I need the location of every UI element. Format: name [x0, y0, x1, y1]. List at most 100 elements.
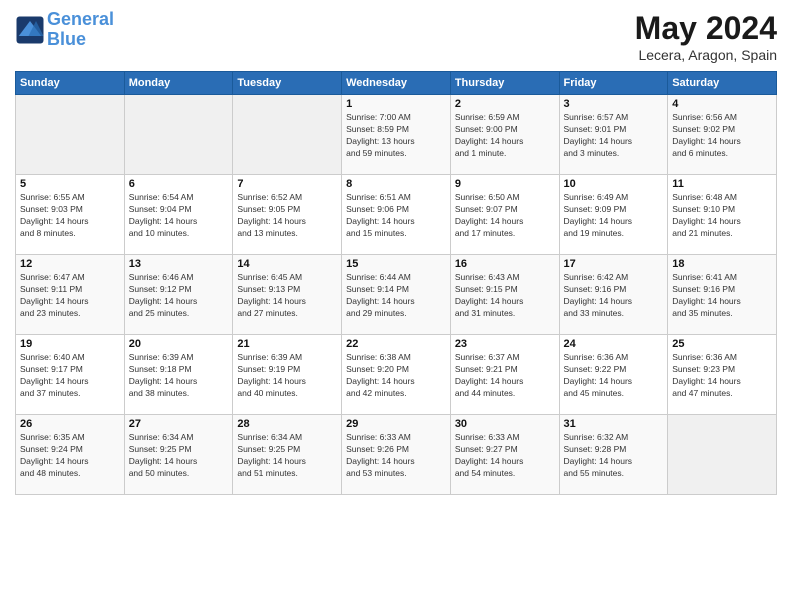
cell-2-1: 5 Sunrise: 6:55 AM Sunset: 9:03 PM Daylig… — [16, 175, 125, 255]
day-number: 7 — [237, 178, 337, 190]
logo-icon — [15, 15, 45, 45]
day-info: Sunrise: 6:37 AM Sunset: 9:21 PM Dayligh… — [455, 352, 555, 400]
day-number: 22 — [346, 338, 446, 350]
day-info: Sunrise: 6:50 AM Sunset: 9:07 PM Dayligh… — [455, 192, 555, 240]
day-info: Sunrise: 6:36 AM Sunset: 9:23 PM Dayligh… — [672, 352, 772, 400]
day-info: Sunrise: 6:44 AM Sunset: 9:14 PM Dayligh… — [346, 272, 446, 320]
day-info: Sunrise: 6:42 AM Sunset: 9:16 PM Dayligh… — [564, 272, 664, 320]
cell-5-5: 30 Sunrise: 6:33 AM Sunset: 9:27 PM Dayli… — [450, 415, 559, 495]
day-number: 15 — [346, 258, 446, 270]
title-block: May 2024 Lecera, Aragon, Spain — [635, 10, 777, 63]
day-number: 27 — [129, 418, 229, 430]
cell-1-5: 2Sunrise: 6:59 AM Sunset: 9:00 PM Daylig… — [450, 95, 559, 175]
cell-3-5: 16 Sunrise: 6:43 AM Sunset: 9:15 PM Dayli… — [450, 255, 559, 335]
cell-3-1: 12 Sunrise: 6:47 AM Sunset: 9:11 PM Dayli… — [16, 255, 125, 335]
day-info: Sunrise: 6:46 AM Sunset: 9:12 PM Dayligh… — [129, 272, 229, 320]
logo-general: General — [47, 9, 114, 29]
week-row-3: 12 Sunrise: 6:47 AM Sunset: 9:11 PM Dayli… — [16, 255, 777, 335]
cell-3-6: 17 Sunrise: 6:42 AM Sunset: 9:16 PM Dayli… — [559, 255, 668, 335]
day-number: 29 — [346, 418, 446, 430]
day-number: 3 — [564, 98, 664, 110]
day-number: 26 — [20, 418, 120, 430]
day-info: Sunrise: 6:52 AM Sunset: 9:05 PM Dayligh… — [237, 192, 337, 240]
cell-5-3: 28Sunrise: 6:34 AM Sunset: 9:25 PM Dayli… — [233, 415, 342, 495]
logo-text: General Blue — [47, 10, 114, 50]
cell-3-2: 13 Sunrise: 6:46 AM Sunset: 9:12 PM Dayli… — [124, 255, 233, 335]
cell-3-4: 15 Sunrise: 6:44 AM Sunset: 9:14 PM Dayli… — [342, 255, 451, 335]
cell-4-7: 25 Sunrise: 6:36 AM Sunset: 9:23 PM Dayli… — [668, 335, 777, 415]
day-info: Sunrise: 6:47 AM Sunset: 9:11 PM Dayligh… — [20, 272, 120, 320]
day-number: 23 — [455, 338, 555, 350]
week-row-5: 26Sunrise: 6:35 AM Sunset: 9:24 PM Dayli… — [16, 415, 777, 495]
day-number: 10 — [564, 178, 664, 190]
col-saturday: Saturday — [668, 72, 777, 95]
day-number: 8 — [346, 178, 446, 190]
day-info: Sunrise: 6:48 AM Sunset: 9:10 PM Dayligh… — [672, 192, 772, 240]
day-info: Sunrise: 6:55 AM Sunset: 9:03 PM Dayligh… — [20, 192, 120, 240]
week-row-1: 1 Sunrise: 7:00 AM Sunset: 8:59 PM Daylig… — [16, 95, 777, 175]
cell-2-3: 7 Sunrise: 6:52 AM Sunset: 9:05 PM Daylig… — [233, 175, 342, 255]
day-number: 1 — [346, 98, 446, 110]
cell-2-5: 9 Sunrise: 6:50 AM Sunset: 9:07 PM Daylig… — [450, 175, 559, 255]
cell-3-3: 14Sunrise: 6:45 AM Sunset: 9:13 PM Dayli… — [233, 255, 342, 335]
day-info: Sunrise: 6:39 AM Sunset: 9:18 PM Dayligh… — [129, 352, 229, 400]
col-tuesday: Tuesday — [233, 72, 342, 95]
cell-2-7: 11 Sunrise: 6:48 AM Sunset: 9:10 PM Dayli… — [668, 175, 777, 255]
day-info: Sunrise: 6:34 AM Sunset: 9:25 PM Dayligh… — [129, 432, 229, 480]
day-info: Sunrise: 6:43 AM Sunset: 9:15 PM Dayligh… — [455, 272, 555, 320]
day-number: 30 — [455, 418, 555, 430]
day-info: Sunrise: 6:38 AM Sunset: 9:20 PM Dayligh… — [346, 352, 446, 400]
cell-1-4: 1 Sunrise: 7:00 AM Sunset: 8:59 PM Daylig… — [342, 95, 451, 175]
logo-blue: Blue — [47, 29, 86, 49]
week-row-2: 5 Sunrise: 6:55 AM Sunset: 9:03 PM Daylig… — [16, 175, 777, 255]
day-number: 21 — [237, 338, 337, 350]
cell-2-6: 10Sunrise: 6:49 AM Sunset: 9:09 PM Dayli… — [559, 175, 668, 255]
cell-4-6: 24 Sunrise: 6:36 AM Sunset: 9:22 PM Dayli… — [559, 335, 668, 415]
cell-3-7: 18 Sunrise: 6:41 AM Sunset: 9:16 PM Dayli… — [668, 255, 777, 335]
page: General Blue May 2024 Lecera, Aragon, Sp… — [0, 0, 792, 612]
day-number: 11 — [672, 178, 772, 190]
cell-4-4: 22 Sunrise: 6:38 AM Sunset: 9:20 PM Dayli… — [342, 335, 451, 415]
cell-1-6: 3Sunrise: 6:57 AM Sunset: 9:01 PM Daylig… — [559, 95, 668, 175]
day-number: 12 — [20, 258, 120, 270]
day-number: 20 — [129, 338, 229, 350]
cell-1-1 — [16, 95, 125, 175]
day-info: Sunrise: 6:51 AM Sunset: 9:06 PM Dayligh… — [346, 192, 446, 240]
day-number: 2 — [455, 98, 555, 110]
day-info: Sunrise: 7:00 AM Sunset: 8:59 PM Dayligh… — [346, 112, 446, 160]
col-thursday: Thursday — [450, 72, 559, 95]
day-number: 9 — [455, 178, 555, 190]
day-info: Sunrise: 6:45 AM Sunset: 9:13 PM Dayligh… — [237, 272, 337, 320]
cell-4-1: 19 Sunrise: 6:40 AM Sunset: 9:17 PM Dayli… — [16, 335, 125, 415]
day-info: Sunrise: 6:34 AM Sunset: 9:25 PM Dayligh… — [237, 432, 337, 480]
calendar-table: Sunday Monday Tuesday Wednesday Thursday… — [15, 71, 777, 495]
cell-5-4: 29 Sunrise: 6:33 AM Sunset: 9:26 PM Dayli… — [342, 415, 451, 495]
month-title: May 2024 — [635, 10, 777, 47]
day-number: 17 — [564, 258, 664, 270]
day-number: 24 — [564, 338, 664, 350]
day-info: Sunrise: 6:41 AM Sunset: 9:16 PM Dayligh… — [672, 272, 772, 320]
day-info: Sunrise: 6:40 AM Sunset: 9:17 PM Dayligh… — [20, 352, 120, 400]
cell-4-5: 23 Sunrise: 6:37 AM Sunset: 9:21 PM Dayli… — [450, 335, 559, 415]
day-info: Sunrise: 6:56 AM Sunset: 9:02 PM Dayligh… — [672, 112, 772, 160]
day-number: 5 — [20, 178, 120, 190]
day-number: 19 — [20, 338, 120, 350]
day-info: Sunrise: 6:54 AM Sunset: 9:04 PM Dayligh… — [129, 192, 229, 240]
logo: General Blue — [15, 10, 114, 50]
cell-5-1: 26Sunrise: 6:35 AM Sunset: 9:24 PM Dayli… — [16, 415, 125, 495]
day-number: 16 — [455, 258, 555, 270]
day-number: 18 — [672, 258, 772, 270]
day-number: 13 — [129, 258, 229, 270]
cell-4-3: 21 Sunrise: 6:39 AM Sunset: 9:19 PM Dayli… — [233, 335, 342, 415]
day-number: 25 — [672, 338, 772, 350]
day-info: Sunrise: 6:33 AM Sunset: 9:27 PM Dayligh… — [455, 432, 555, 480]
day-info: Sunrise: 6:33 AM Sunset: 9:26 PM Dayligh… — [346, 432, 446, 480]
day-info: Sunrise: 6:39 AM Sunset: 9:19 PM Dayligh… — [237, 352, 337, 400]
day-info: Sunrise: 6:36 AM Sunset: 9:22 PM Dayligh… — [564, 352, 664, 400]
col-sunday: Sunday — [16, 72, 125, 95]
day-number: 6 — [129, 178, 229, 190]
col-friday: Friday — [559, 72, 668, 95]
col-wednesday: Wednesday — [342, 72, 451, 95]
cell-2-4: 8 Sunrise: 6:51 AM Sunset: 9:06 PM Daylig… — [342, 175, 451, 255]
location: Lecera, Aragon, Spain — [635, 47, 777, 63]
